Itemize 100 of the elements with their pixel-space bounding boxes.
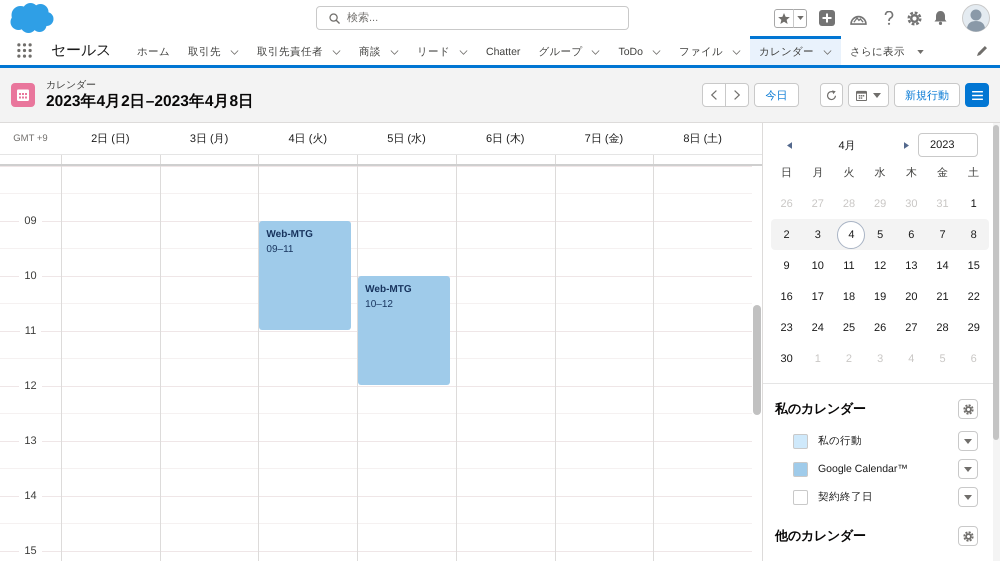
favorite-button[interactable] bbox=[774, 8, 794, 28]
nav-tab[interactable]: 取引先責任者 bbox=[248, 36, 350, 65]
calendar-icon bbox=[11, 83, 35, 107]
calendar-day[interactable]: 5 bbox=[866, 220, 894, 248]
chevron-left-icon bbox=[711, 90, 717, 100]
calendar-day[interactable]: 26 bbox=[866, 314, 894, 342]
month-label: 4月 bbox=[837, 138, 857, 152]
weekday-label: 火 bbox=[843, 166, 854, 180]
day-header: 5日 (水) bbox=[386, 132, 427, 146]
new-event-button[interactable]: 新規行動 bbox=[894, 83, 960, 107]
calendar-day[interactable]: 1 bbox=[960, 190, 988, 218]
nav-tab[interactable]: 商談 bbox=[350, 36, 408, 65]
star-icon bbox=[778, 12, 790, 24]
nav-tab[interactable]: ToDo bbox=[609, 36, 670, 65]
section-heading: 他のカレンダー bbox=[775, 527, 866, 545]
nav-tab[interactable]: ホーム bbox=[128, 36, 179, 65]
view-menu-button[interactable] bbox=[848, 83, 889, 107]
object-label: カレンダー bbox=[46, 79, 97, 92]
year-select[interactable]: 2023 bbox=[918, 133, 978, 157]
swatch-icon[interactable] bbox=[793, 462, 808, 476]
settings-button[interactable] bbox=[958, 526, 978, 546]
nav-tab[interactable]: 取引先 bbox=[179, 36, 248, 65]
nav-tab[interactable]: カレンダー bbox=[750, 36, 841, 65]
favorites-menu-button[interactable] bbox=[793, 8, 807, 28]
bell-icon[interactable] bbox=[934, 11, 947, 25]
calendar-day[interactable]: 3 bbox=[804, 220, 832, 248]
calendar-day[interactable]: 2 bbox=[772, 220, 801, 248]
calendar-day[interactable]: 25 bbox=[834, 314, 863, 342]
calendar-icon bbox=[856, 90, 867, 100]
caret-icon bbox=[873, 92, 881, 98]
calendar-day[interactable]: 13 bbox=[897, 252, 926, 280]
nav-tab[interactable]: ファイル bbox=[670, 36, 750, 65]
swatch-icon[interactable] bbox=[793, 434, 808, 448]
calendar-day[interactable]: 15 bbox=[960, 252, 988, 280]
calendar-day[interactable]: 6 bbox=[897, 220, 926, 248]
chevron-down-icon bbox=[732, 50, 741, 54]
calendar-day[interactable]: 29 bbox=[960, 314, 988, 342]
calendar-day[interactable]: 12 bbox=[866, 252, 894, 280]
chevron-down-icon bbox=[822, 50, 832, 54]
calendar-day[interactable]: 16 bbox=[772, 282, 801, 310]
settings-icon[interactable] bbox=[907, 10, 922, 26]
scrollbar-thumb[interactable] bbox=[753, 305, 761, 415]
avatar-icon[interactable] bbox=[962, 4, 990, 32]
calendar-day[interactable]: 14 bbox=[928, 252, 957, 280]
calendar-day[interactable]: 28 bbox=[928, 314, 957, 342]
calendar-day[interactable]: 4 bbox=[837, 220, 866, 248]
nav-tab[interactable]: さらに表示 bbox=[840, 36, 933, 65]
dot-grid-icon[interactable] bbox=[17, 43, 32, 58]
next-button[interactable] bbox=[725, 83, 749, 107]
caret-icon bbox=[964, 466, 972, 472]
settings-button[interactable] bbox=[958, 399, 978, 419]
pencil-icon[interactable] bbox=[977, 46, 987, 56]
day-header: 7日 (金) bbox=[584, 132, 624, 146]
calendar-name: 契約終了日 bbox=[818, 490, 874, 504]
previous-button[interactable] bbox=[702, 83, 726, 107]
triangle-left-icon bbox=[786, 142, 792, 148]
calendar-day[interactable]: 27 bbox=[897, 314, 926, 342]
calendar-day[interactable]: 19 bbox=[866, 282, 894, 310]
calendar-day[interactable]: 24 bbox=[804, 314, 832, 342]
event-title: Web-MTG bbox=[266, 228, 314, 241]
refresh-icon bbox=[826, 90, 837, 100]
weekday-label: 月 bbox=[812, 166, 824, 180]
nav-tab[interactable]: Chatter bbox=[477, 36, 530, 65]
swatch-icon[interactable] bbox=[793, 490, 808, 504]
calendar-day[interactable]: 7 bbox=[928, 220, 957, 248]
event-card[interactable]: Web-MTG 10–12 bbox=[358, 276, 450, 385]
menu-button[interactable] bbox=[965, 83, 989, 107]
dropdown-button[interactable] bbox=[958, 459, 978, 479]
calendar-day[interactable]: 22 bbox=[960, 282, 988, 310]
calendar-day[interactable]: 8 bbox=[960, 220, 988, 248]
weekday-label: 土 bbox=[968, 166, 980, 180]
event-time: 09–11 bbox=[266, 243, 294, 256]
settings-icon bbox=[962, 530, 974, 542]
scrollbar-thumb[interactable] bbox=[993, 125, 999, 440]
calendar-day[interactable]: 30 bbox=[772, 344, 801, 372]
chevron-down-icon bbox=[652, 50, 661, 54]
search-field[interactable]: 検索... bbox=[316, 6, 629, 30]
app-name: セールス bbox=[51, 41, 111, 60]
calendar-day[interactable]: 23 bbox=[772, 314, 801, 342]
event-card[interactable]: Web-MTG 09–11 bbox=[259, 221, 352, 330]
calendar-day[interactable]: 11 bbox=[834, 252, 863, 280]
refresh-button[interactable] bbox=[820, 83, 843, 107]
calendar-day[interactable]: 18 bbox=[834, 282, 863, 310]
chevron-right-icon bbox=[734, 90, 740, 100]
menu-icon bbox=[972, 90, 982, 100]
nav-tab[interactable]: グループ bbox=[529, 36, 610, 65]
calendar-day[interactable]: 17 bbox=[804, 282, 832, 310]
event-title: Web-MTG bbox=[365, 283, 413, 296]
day-header: 3日 (月) bbox=[188, 132, 230, 146]
dropdown-button[interactable] bbox=[958, 487, 978, 507]
help-icon[interactable] bbox=[884, 11, 894, 25]
today-button[interactable]: 今日 bbox=[754, 83, 799, 107]
calendar-day[interactable]: 9 bbox=[772, 252, 801, 280]
calendar-day[interactable]: 10 bbox=[804, 252, 832, 280]
add-icon[interactable] bbox=[819, 10, 835, 26]
nav-tab[interactable]: リード bbox=[408, 36, 477, 65]
day-header: 6日 (木) bbox=[484, 132, 526, 146]
dropdown-button[interactable] bbox=[958, 431, 978, 451]
calendar-day[interactable]: 20 bbox=[897, 282, 926, 310]
calendar-day[interactable]: 21 bbox=[928, 282, 957, 310]
